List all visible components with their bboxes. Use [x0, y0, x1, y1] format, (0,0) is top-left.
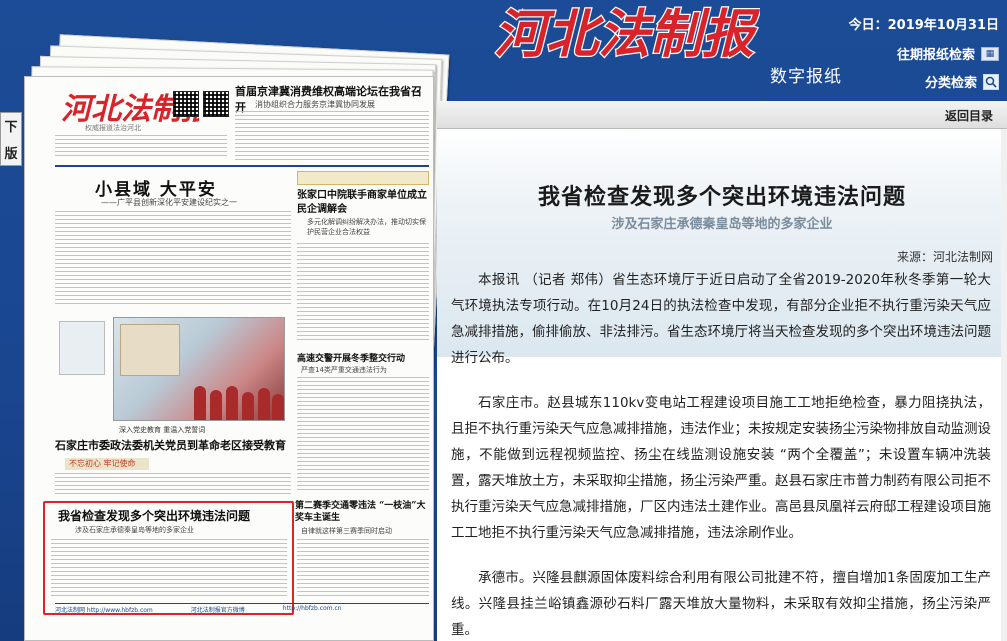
article-source: 来源：河北法制网 [896, 250, 993, 264]
archive-search-label: 往期报纸检索 [896, 48, 975, 63]
lead-photo[interactable] [113, 317, 285, 421]
article-scrollbar[interactable] [1001, 129, 1007, 641]
category-search-label: 分类检索 [924, 76, 977, 91]
digital-newspaper-label: 数字报纸 [770, 67, 842, 87]
article-paragraph: 石家庄市。赵县城东110kv变电站工程建设项目施工工地拒绝检查，暴力阻挠执法，且… [451, 395, 991, 541]
search-magnifier-icon[interactable] [983, 73, 999, 90]
page: 河北法制报 数字报纸 今日：2019年10月31日 往期报纸检索 ▦ 分类检索 … [0, 0, 1007, 641]
footer-left: 河北法制网 http://www.hbfzb.com [55, 607, 153, 614]
article-paragraph: 承德市。兴隆县麒源固体废料综合利用有限公司批建不符，擅自增加1条固废加工生产线。… [451, 570, 991, 638]
text-block [297, 539, 429, 599]
right-bottom-sub: 自律就这样第三赛季同时启动 [301, 527, 392, 535]
archive-calendar-icon[interactable]: ▦ [981, 46, 999, 61]
article-paragraph: 本报讯 （记者 郑伟）省生态环境厅于近日启动了全省2019-2020年秋冬季第一… [451, 272, 991, 366]
text-block [297, 377, 429, 493]
text-block [55, 211, 291, 307]
side-story-title[interactable]: 张家口中院联手商家单位成立民企调解会 [297, 189, 427, 217]
footer-right: http://hbfzb.com.cn [282, 605, 342, 612]
site-logo[interactable]: 河北法制报 [490, 2, 763, 67]
mid-story-title[interactable]: 石家庄市委政法委机关党员到革命老区接受教育 [55, 437, 286, 453]
photo-side-title[interactable]: 高速交警开展冬季整交行动 [297, 351, 429, 364]
ribbon-slogan: 不忘初心 牢记使命 [65, 458, 149, 470]
photo-caption: 深入党史教育 重温入党誓词 [119, 426, 206, 434]
today-date: 今日：2019年10月31日 [848, 18, 999, 33]
highlight-article-title[interactable]: 我省检查发现多个突出环境违法问题 [58, 507, 250, 524]
archive-search-link[interactable]: 往期报纸检索 ▦ [897, 44, 999, 63]
next-page-tab-char1: 下 [4, 120, 18, 135]
footer-mid: 河北法制报官方微博 [190, 607, 245, 614]
article-toolbar: 返回目录 [437, 101, 1007, 129]
side-story-sub: 多元化解调纠纷解决办法，推动切实保护民营企业合法权益 [307, 218, 426, 236]
category-search-link[interactable]: 分类检索 [925, 72, 999, 91]
lead-story-sub: ——广平县创新深化平安建设纪实之一 [101, 198, 237, 207]
text-block [297, 243, 429, 343]
newspaper-footer: 河北法制网 http://www.hbfzb.com 河北法制报官方微博 htt… [55, 603, 429, 614]
text-block [55, 135, 227, 159]
small-photo [59, 321, 105, 375]
divider [55, 165, 429, 167]
text-block [55, 473, 291, 497]
top-headline-sub: 消协组织合力服务京津冀协同发展 [255, 100, 375, 109]
article-subtitle: 涉及石家庄承德秦皇岛等地的多家企业 [611, 217, 833, 232]
right-bottom-title[interactable]: 第二赛季交通零违法 “一枝油”大奖车主诞生 [295, 500, 431, 524]
qr-code-icon [173, 91, 199, 117]
qr-code-icon [203, 91, 229, 117]
highlight-article-sub: 涉及石家庄承德秦皇岛等地的多家企业 [75, 526, 194, 534]
text-block [51, 539, 287, 599]
article-body: 本报讯 （记者 郑伟）省生态环境厅于近日启动了全省2019-2020年秋冬季第一… [451, 267, 991, 641]
photo-side-sub: 严查14类严重交通违法行为 [301, 366, 387, 374]
logo-calligraphy: 河北法制报 [493, 3, 763, 67]
logo-text: 河北法制报 [494, 4, 760, 65]
return-to-contents-link[interactable]: 返回目录 [945, 107, 993, 124]
ribbon-banner [297, 171, 429, 185]
masthead-sub: 权威报道法治河北 [85, 124, 141, 132]
text-block [235, 111, 429, 161]
newspaper-front-page[interactable]: 河北法制报 权威报道法治河北 首届京津冀消费维权高端论坛在我省召开 消协组织合力… [24, 76, 434, 641]
next-page-tab-char2: 版 [4, 147, 18, 162]
article-panel: 返回目录 我省检查发现多个突出环境违法问题 涉及石家庄承德秦皇岛等地的多家企业 … [437, 101, 1007, 641]
next-page-tab[interactable]: 下 版 [0, 112, 22, 166]
article-title: 我省检查发现多个突出环境违法问题 [537, 185, 906, 210]
